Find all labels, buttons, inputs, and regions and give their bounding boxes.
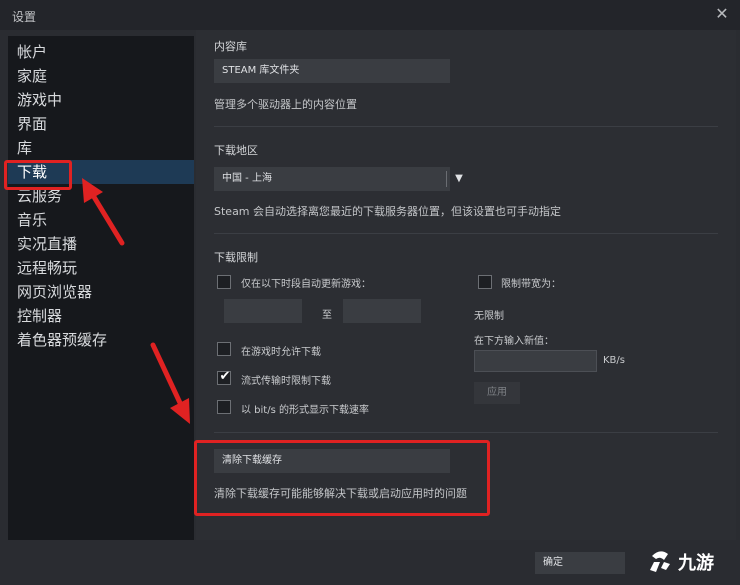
sidebar-item-family[interactable]: 家庭 (8, 64, 194, 88)
schedule-label: 仅在以下时段自动更新游戏： (241, 279, 371, 290)
bandwidth-unit: KB/s (603, 355, 625, 366)
sidebar-item-broadcasting[interactable]: 实况直播 (8, 232, 194, 256)
jiuyou-logo-icon (650, 551, 670, 572)
schedule-start-time[interactable] (224, 299, 302, 323)
divider (214, 233, 718, 234)
bits-display-label: 以 bit/s 的形式显示下载速率 (241, 405, 369, 416)
title-bar: 设置 ✕ (0, 0, 740, 30)
sidebar-item-account[interactable]: 帐户 (8, 40, 194, 64)
clear-cache-highlight-box (194, 440, 490, 516)
current-limit-value: 无限制 (474, 311, 504, 322)
sidebar-item-remote-play[interactable]: 远程畅玩 (8, 256, 194, 280)
footer-bar: 确定 (0, 540, 740, 585)
sidebar-item-interface[interactable]: 界面 (8, 112, 194, 136)
downloads-highlight-box (4, 160, 72, 190)
content-library-heading: 内容库 (214, 40, 247, 53)
sidebar-item-shader-cache[interactable]: 着色器预缓存 (8, 328, 194, 352)
schedule-checkbox[interactable] (217, 275, 231, 289)
sidebar-item-library[interactable]: 库 (8, 136, 194, 160)
allow-ingame-label: 在游戏时允许下载 (241, 347, 321, 358)
select-separator (446, 171, 447, 187)
throttle-streaming-checkbox[interactable]: ✔ (217, 369, 231, 385)
new-value-label: 在下方输入新值： (474, 336, 554, 347)
sidebar-item-music[interactable]: 音乐 (8, 208, 194, 232)
throttle-streaming-label: 流式传输时限制下载 (241, 376, 331, 387)
download-region-select[interactable]: 中国 - 上海 ▼ (214, 167, 463, 191)
ok-button[interactable]: 确定 (535, 552, 625, 574)
steam-library-folders-button[interactable]: STEAM 库文件夹 (214, 59, 450, 83)
checkmark-icon: ✔ (219, 369, 231, 384)
bandwidth-input[interactable] (474, 350, 597, 372)
download-region-description: Steam 会自动选择离您最近的下载服务器位置，但该设置也可手动指定 (214, 205, 562, 218)
download-region-value: 中国 - 上海 (222, 173, 272, 184)
divider (214, 126, 718, 127)
download-region-heading: 下载地区 (214, 144, 258, 157)
allow-ingame-checkbox[interactable] (217, 342, 231, 356)
content-library-description: 管理多个驱动器上的内容位置 (214, 98, 357, 111)
apply-button[interactable]: 应用 (474, 382, 520, 404)
schedule-end-time[interactable] (343, 299, 421, 323)
to-label: 至 (322, 310, 332, 321)
sidebar-item-controller[interactable]: 控制器 (8, 304, 194, 328)
download-limits-heading: 下载限制 (214, 251, 258, 264)
chevron-down-icon: ▼ (455, 173, 463, 184)
window-title: 设置 (12, 10, 37, 24)
bits-display-checkbox[interactable] (217, 400, 231, 414)
settings-sidebar: 帐户 家庭 游戏中 界面 库 下载 云服务 音乐 实况直播 远程畅玩 网页浏览器… (4, 36, 194, 540)
jiuyou-watermark: 九游 (644, 540, 736, 580)
bandwidth-limit-checkbox[interactable] (478, 275, 492, 289)
bandwidth-limit-label: 限制带宽为： (501, 279, 561, 290)
close-icon[interactable]: ✕ (712, 4, 732, 24)
sidebar-item-in-game[interactable]: 游戏中 (8, 88, 194, 112)
sidebar-item-web-browser[interactable]: 网页浏览器 (8, 280, 194, 304)
watermark-text: 九游 (678, 553, 714, 574)
divider (214, 432, 718, 433)
